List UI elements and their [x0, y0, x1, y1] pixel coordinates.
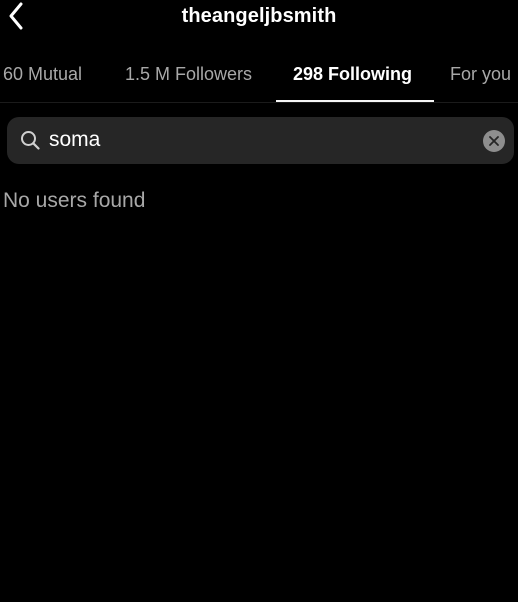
tab-bar: 60 Mutual 1.5 M Followers 298 Following … — [0, 52, 518, 103]
header: theangeljbsmith — [0, 0, 518, 36]
clear-search-button[interactable] — [483, 130, 505, 152]
no-results-message: No users found — [3, 189, 146, 212]
tab-followers[interactable]: 1.5 M Followers — [125, 52, 252, 100]
tab-following[interactable]: 298 Following — [293, 52, 412, 100]
search-input[interactable] — [49, 125, 469, 155]
search-icon — [21, 131, 40, 150]
search-bar — [7, 117, 514, 164]
tab-for-you[interactable]: For you — [450, 52, 511, 100]
page-title: theangeljbsmith — [181, 5, 337, 27]
active-tab-indicator — [276, 100, 434, 102]
clear-icon — [489, 136, 499, 146]
tab-mutual[interactable]: 60 Mutual — [3, 52, 82, 100]
